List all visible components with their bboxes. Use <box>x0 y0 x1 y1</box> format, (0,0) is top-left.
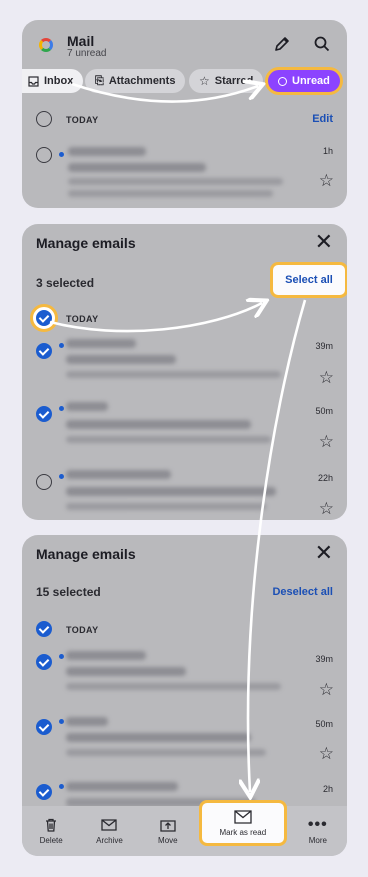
blurred-subject <box>66 487 276 496</box>
move-button[interactable]: Move <box>139 806 197 856</box>
row-time: 50m <box>315 406 333 416</box>
row-checkbox[interactable] <box>36 147 52 163</box>
circle-icon <box>278 76 287 86</box>
row-checkbox[interactable] <box>36 343 52 359</box>
blurred-sender <box>66 782 178 791</box>
select-all-checkbox[interactable] <box>36 621 52 637</box>
bulk-action-bar: Delete Archive Move Mark as read ••• Mor… <box>22 800 347 856</box>
select-all-checkbox[interactable] <box>36 310 52 326</box>
move-label: Move <box>158 836 178 845</box>
manage-emails-panel-2: Manage emails ✕ 15 selected Deselect all… <box>22 535 347 856</box>
section-label-today: TODAY <box>66 625 99 635</box>
paperclip-icon: ⎘ <box>95 74 104 87</box>
unread-dot <box>59 784 64 789</box>
unread-dot <box>59 406 64 411</box>
chip-attachments-label: Attachments <box>108 75 176 87</box>
row-time: 2h <box>322 784 333 794</box>
row-checkbox[interactable] <box>36 784 52 800</box>
google-logo-icon <box>39 38 53 52</box>
mark-as-read-button[interactable]: Mark as read <box>198 800 287 846</box>
row-time: 39m <box>315 341 333 351</box>
unread-dot <box>59 719 64 724</box>
star-icon: ☆ <box>199 74 210 88</box>
archive-icon <box>101 819 118 831</box>
blurred-preview <box>66 436 271 443</box>
delete-label: Delete <box>39 836 63 845</box>
row-checkbox[interactable] <box>36 474 52 490</box>
archive-button[interactable]: Archive <box>80 806 138 856</box>
unread-dot <box>59 343 64 348</box>
more-label: More <box>308 836 327 845</box>
blurred-preview <box>66 749 266 756</box>
section-label-today: TODAY <box>66 115 99 125</box>
star-icon[interactable]: ☆ <box>319 433 334 450</box>
search-icon[interactable] <box>311 33 333 55</box>
star-icon[interactable]: ☆ <box>319 172 334 189</box>
blurred-subject <box>68 163 206 172</box>
blurred-preview <box>68 178 283 185</box>
select-all-checkbox[interactable] <box>36 111 52 127</box>
chip-inbox-label: Inbox <box>44 75 74 87</box>
blurred-sender <box>66 651 146 660</box>
blurred-preview <box>66 503 266 510</box>
unread-count: 7 unread <box>67 48 107 59</box>
row-time: 39m <box>315 654 333 664</box>
panel-title: Manage emails <box>36 546 136 562</box>
unread-dot <box>59 474 64 479</box>
chip-unread-label: Unread <box>292 75 330 87</box>
archive-label: Archive <box>96 836 123 845</box>
select-all-button[interactable]: Select all <box>270 262 347 298</box>
delete-button[interactable]: Delete <box>22 806 80 856</box>
mail-inbox-panel: Mail 7 unread Inbox ⎘ Attachments ☆ Star… <box>22 20 347 208</box>
selected-count: 3 selected <box>36 276 95 290</box>
chip-inbox[interactable]: Inbox <box>22 69 84 93</box>
blurred-sender <box>66 470 171 479</box>
app-title: Mail <box>67 33 95 49</box>
close-icon[interactable]: ✕ <box>315 542 333 564</box>
star-icon[interactable]: ☆ <box>319 681 334 698</box>
deselect-all-button[interactable]: Deselect all <box>272 586 333 598</box>
chip-attachments[interactable]: ⎘ Attachments <box>85 69 186 93</box>
unread-dot <box>59 152 64 157</box>
blurred-sender <box>66 339 136 348</box>
row-checkbox[interactable] <box>36 654 52 670</box>
blurred-preview <box>68 190 273 197</box>
blurred-subject <box>66 420 251 429</box>
star-icon[interactable]: ☆ <box>319 500 334 517</box>
blurred-subject <box>66 667 186 676</box>
row-checkbox[interactable] <box>36 719 52 735</box>
manage-emails-panel-1: Manage emails ✕ 3 selected Select all TO… <box>22 224 347 520</box>
chip-starred-label: Starred <box>214 75 254 87</box>
row-time: 50m <box>315 719 333 729</box>
trash-icon <box>46 818 57 832</box>
star-icon[interactable]: ☆ <box>319 369 334 386</box>
chip-unread[interactable]: Unread <box>265 67 343 95</box>
blurred-subject <box>66 355 176 364</box>
unread-dot <box>59 654 64 659</box>
inbox-icon <box>28 75 39 87</box>
mark-as-read-label: Mark as read <box>219 828 267 837</box>
more-button[interactable]: ••• More <box>289 806 347 856</box>
pencil-icon[interactable] <box>271 33 293 55</box>
move-icon <box>160 820 176 832</box>
row-checkbox[interactable] <box>36 406 52 422</box>
more-icon: ••• <box>307 816 328 833</box>
row-time: 22h <box>317 473 333 483</box>
close-icon[interactable]: ✕ <box>315 231 333 253</box>
star-icon[interactable]: ☆ <box>319 745 334 762</box>
blurred-sender <box>66 717 108 726</box>
edit-button[interactable]: Edit <box>312 113 333 125</box>
selected-count: 15 selected <box>36 585 101 599</box>
blurred-sender <box>68 147 146 156</box>
panel-title: Manage emails <box>36 235 136 251</box>
blurred-sender <box>66 402 108 411</box>
blurred-subject <box>66 733 251 742</box>
row-time: 1h <box>322 146 333 156</box>
section-label-today: TODAY <box>66 314 99 324</box>
blurred-preview <box>66 371 281 378</box>
envelope-icon <box>234 810 252 824</box>
chip-starred[interactable]: ☆ Starred <box>189 69 264 93</box>
blurred-preview <box>66 683 281 690</box>
